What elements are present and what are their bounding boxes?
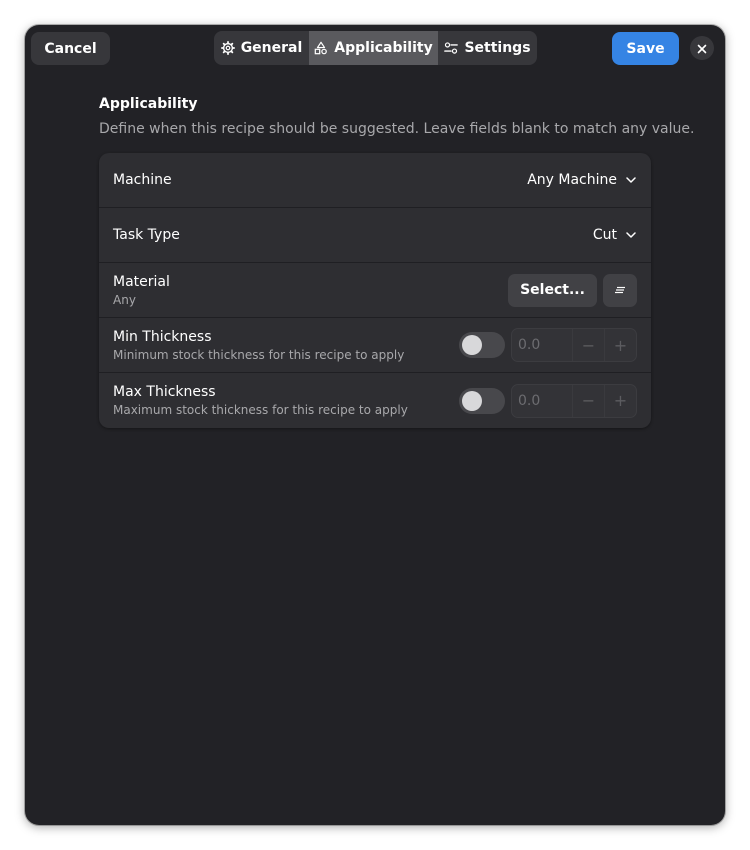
machine-value: Any Machine bbox=[527, 172, 617, 188]
task-type-label: Task Type bbox=[113, 227, 180, 243]
save-button[interactable]: Save bbox=[612, 32, 679, 65]
max-thickness-text: Max Thickness Maximum stock thickness fo… bbox=[113, 383, 408, 418]
tab-general[interactable]: General bbox=[214, 31, 309, 65]
gear-icon bbox=[220, 41, 235, 55]
material-row: Material Any Select... bbox=[99, 263, 651, 318]
shapes-icon bbox=[314, 41, 328, 55]
max-thickness-label: Max Thickness bbox=[113, 384, 216, 400]
material-subtitle: Any bbox=[113, 292, 136, 307]
machine-label: Machine bbox=[113, 172, 172, 188]
max-thickness-toggle[interactable] bbox=[459, 387, 505, 414]
toggle-knob bbox=[462, 390, 482, 411]
header-bar: Cancel General Applicability Settings Sa… bbox=[25, 25, 725, 71]
max-thickness-subtitle: Maximum stock thickness for this recipe … bbox=[113, 403, 408, 417]
min-thickness-spinbutton[interactable]: 0.0 − + bbox=[511, 328, 637, 362]
min-thickness-text: Min Thickness Minimum stock thickness fo… bbox=[113, 328, 404, 363]
max-thickness-decrement-button[interactable]: − bbox=[572, 384, 604, 417]
toggle-knob bbox=[462, 335, 482, 355]
tab-applicability[interactable]: Applicability bbox=[309, 31, 438, 65]
min-thickness-toggle[interactable] bbox=[459, 332, 505, 358]
section-title: Applicability bbox=[99, 96, 198, 112]
max-thickness-spinbutton[interactable]: 0.0 − + bbox=[511, 383, 637, 418]
min-thickness-decrement-button[interactable]: − bbox=[572, 329, 604, 361]
tab-general-label: General bbox=[240, 40, 303, 56]
min-thickness-controls: 0.0 − + bbox=[459, 328, 637, 362]
max-thickness-value[interactable]: 0.0 bbox=[512, 393, 572, 409]
material-clear-button[interactable] bbox=[603, 273, 637, 307]
applicability-page: Applicability Define when this recipe sh… bbox=[99, 95, 695, 428]
plus-icon: + bbox=[613, 391, 628, 410]
close-button[interactable] bbox=[690, 36, 714, 60]
cancel-button[interactable]: Cancel bbox=[31, 32, 110, 65]
minus-icon: − bbox=[581, 391, 596, 410]
minus-icon: − bbox=[581, 335, 596, 355]
max-thickness-row: Max Thickness Maximum stock thickness fo… bbox=[99, 373, 651, 428]
tab-settings[interactable]: Settings bbox=[438, 31, 537, 65]
section-description: Define when this recipe should be sugges… bbox=[99, 121, 695, 137]
material-text: Material Any bbox=[113, 273, 170, 308]
sliders-icon bbox=[444, 41, 459, 55]
min-thickness-row: Min Thickness Minimum stock thickness fo… bbox=[99, 318, 651, 373]
task-type-row[interactable]: Task Type Cut bbox=[99, 208, 651, 263]
max-thickness-controls: 0.0 − + bbox=[459, 383, 637, 418]
min-thickness-label: Min Thickness bbox=[113, 328, 212, 345]
view-switcher: General Applicability Settings bbox=[214, 31, 537, 65]
material-label: Material bbox=[113, 273, 170, 290]
task-type-dropdown[interactable]: Cut bbox=[593, 226, 637, 245]
clear-list-icon bbox=[614, 281, 626, 300]
tab-settings-label: Settings bbox=[464, 40, 531, 56]
material-select-button[interactable]: Select... bbox=[508, 273, 597, 307]
chevron-down-icon bbox=[625, 171, 637, 190]
min-thickness-increment-button[interactable]: + bbox=[604, 329, 636, 361]
tab-applicability-label: Applicability bbox=[334, 40, 433, 56]
close-icon bbox=[697, 39, 707, 58]
min-thickness-value[interactable]: 0.0 bbox=[512, 337, 572, 353]
min-thickness-subtitle: Minimum stock thickness for this recipe … bbox=[113, 347, 405, 362]
task-type-value: Cut bbox=[592, 227, 617, 243]
chevron-down-icon bbox=[625, 226, 637, 245]
plus-icon: + bbox=[613, 335, 628, 355]
applicability-list: Machine Any Machine Task Type Cut Materi… bbox=[99, 153, 651, 428]
max-thickness-increment-button[interactable]: + bbox=[604, 384, 636, 417]
machine-row[interactable]: Machine Any Machine bbox=[99, 153, 651, 208]
material-controls: Select... bbox=[508, 273, 637, 307]
recipe-dialog: Cancel General Applicability Settings Sa… bbox=[25, 25, 725, 825]
machine-dropdown[interactable]: Any Machine bbox=[527, 171, 637, 190]
